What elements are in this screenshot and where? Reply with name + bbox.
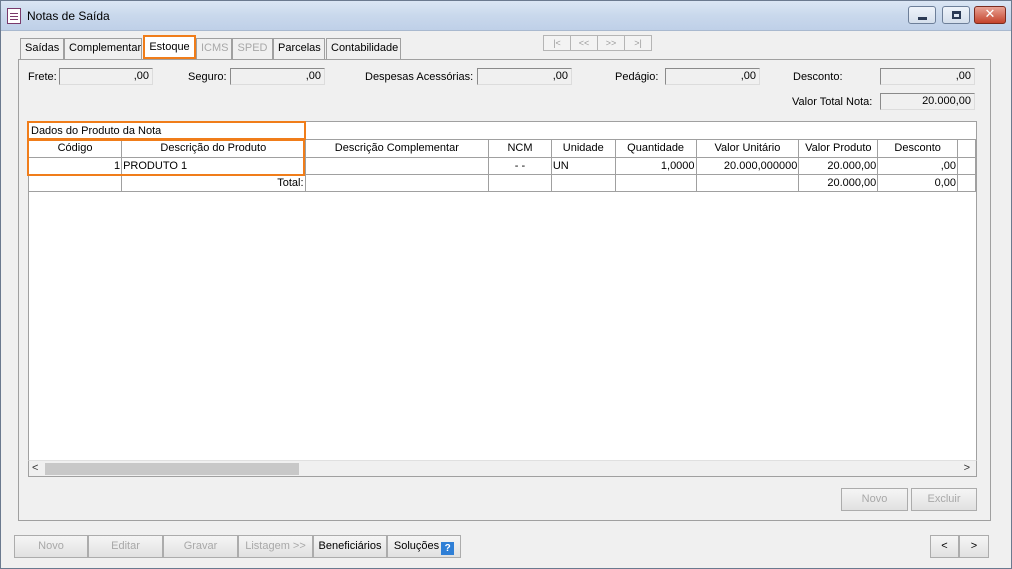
grid-excluir-button[interactable]: Excluir <box>911 488 977 511</box>
tab-contabilidade[interactable]: Contabilidade <box>326 38 401 59</box>
horizontal-scrollbar[interactable]: < > <box>28 460 977 477</box>
frete-field[interactable]: ,00 <box>59 68 153 85</box>
cell-ncm[interactable]: - - <box>488 157 552 175</box>
previous-record-button[interactable]: << <box>570 35 598 51</box>
gravar-button[interactable]: Gravar <box>163 535 238 558</box>
column-header-ncm[interactable]: NCM <box>488 140 552 158</box>
solucoes-button[interactable]: Soluções? <box>387 535 461 558</box>
tab-estoque[interactable]: Estoque <box>143 35 196 59</box>
first-record-button[interactable]: |< <box>543 35 571 51</box>
novo-button[interactable]: Novo <box>14 535 88 558</box>
pedagio-label: Pedágio: <box>615 71 659 83</box>
product-grid: Dados do Produto da Nota Código Descriçã… <box>28 121 977 477</box>
total-label: Total: <box>121 174 306 192</box>
tab-icms[interactable]: ICMS <box>196 38 232 59</box>
tab-complementar[interactable]: Complementar <box>64 38 142 59</box>
editar-button[interactable]: Editar <box>88 535 163 558</box>
notas-de-saida-window: Notas de Saída ✕ Saídas Complementar Est… <box>0 0 1012 569</box>
scroll-thumb[interactable] <box>45 463 299 475</box>
cell-valor-produto[interactable]: 20.000,00 <box>798 157 879 175</box>
scroll-left-icon[interactable]: < <box>32 462 38 474</box>
column-header-descricao-produto[interactable]: Descrição do Produto <box>121 140 306 158</box>
column-header-codigo[interactable]: Código <box>29 140 123 158</box>
cell-codigo[interactable]: 1 <box>29 157 123 175</box>
last-record-button[interactable]: >| <box>624 35 652 51</box>
seguro-label: Seguro: <box>188 71 227 83</box>
beneficiarios-button[interactable]: Beneficiários <box>313 535 387 558</box>
cell-desconto[interactable]: ,00 <box>877 157 959 175</box>
column-header-valor-unitario[interactable]: Valor Unitário <box>696 140 800 158</box>
grid-caption-text: Dados do Produto da Nota <box>31 125 162 137</box>
desconto-label: Desconto: <box>793 71 843 83</box>
cell-quantidade[interactable]: 1,0000 <box>615 157 697 175</box>
tab-saidas[interactable]: Saídas <box>20 38 64 59</box>
scroll-right-icon[interactable]: > <box>964 462 970 474</box>
listagem-button[interactable]: Listagem >> <box>238 535 313 558</box>
cell-descricao-produto[interactable]: PRODUTO 1 <box>121 157 306 175</box>
pedagio-field[interactable]: ,00 <box>665 68 760 85</box>
window-title: Notas de Saída <box>27 9 110 23</box>
title-bar: Notas de Saída ✕ <box>1 1 1011 31</box>
tab-parcelas[interactable]: Parcelas <box>273 38 325 59</box>
total-valor-produto: 20.000,00 <box>798 174 879 192</box>
valor-total-nota-field: 20.000,00 <box>880 93 975 110</box>
column-header-quantidade[interactable]: Quantidade <box>615 140 697 158</box>
seguro-field[interactable]: ,00 <box>230 68 325 85</box>
despesas-acessorias-label: Despesas Acessórias: <box>365 71 474 83</box>
maximize-button[interactable] <box>942 6 970 24</box>
cell-valor-unitario[interactable]: 20.000,000000 <box>696 157 800 175</box>
close-button[interactable]: ✕ <box>974 6 1006 24</box>
column-header-valor-produto[interactable]: Valor Produto <box>798 140 879 158</box>
despesas-acessorias-field[interactable]: ,00 <box>477 68 572 85</box>
grid-novo-button[interactable]: Novo <box>841 488 908 511</box>
solucoes-label: Soluções <box>393 540 440 552</box>
tab-sped[interactable]: SPED <box>232 38 273 59</box>
minimize-icon <box>918 17 927 20</box>
grid-caption: Dados do Produto da Nota <box>29 122 976 140</box>
frete-label: Frete: <box>28 71 57 83</box>
document-icon <box>7 8 21 24</box>
help-icon: ? <box>441 542 455 555</box>
desconto-field[interactable]: ,00 <box>880 68 975 85</box>
cell-descricao-complementar[interactable] <box>305 157 490 175</box>
valor-total-nota-label: Valor Total Nota: <box>792 96 873 108</box>
column-header-descricao-complementar[interactable]: Descrição Complementar <box>305 140 490 158</box>
minimize-button[interactable] <box>908 6 936 24</box>
product-table: Código Descrição do Produto Descrição Co… <box>29 140 976 192</box>
next-page-button[interactable]: > <box>959 535 989 558</box>
total-desconto: 0,00 <box>877 174 959 192</box>
column-header-unidade[interactable]: Unidade <box>551 140 616 158</box>
previous-page-button[interactable]: < <box>930 535 959 558</box>
maximize-icon <box>952 11 961 19</box>
close-icon: ✕ <box>984 7 996 22</box>
column-header-desconto[interactable]: Desconto <box>877 140 959 158</box>
table-row[interactable]: 1 PRODUTO 1 - - UN 1,0000 20.000,000000 … <box>29 157 976 175</box>
next-record-button[interactable]: >> <box>597 35 625 51</box>
cell-unidade[interactable]: UN <box>551 157 616 175</box>
header-row: Código Descrição do Produto Descrição Co… <box>29 140 976 158</box>
total-row: Total: 20.000,00 0,00 <box>29 174 976 192</box>
